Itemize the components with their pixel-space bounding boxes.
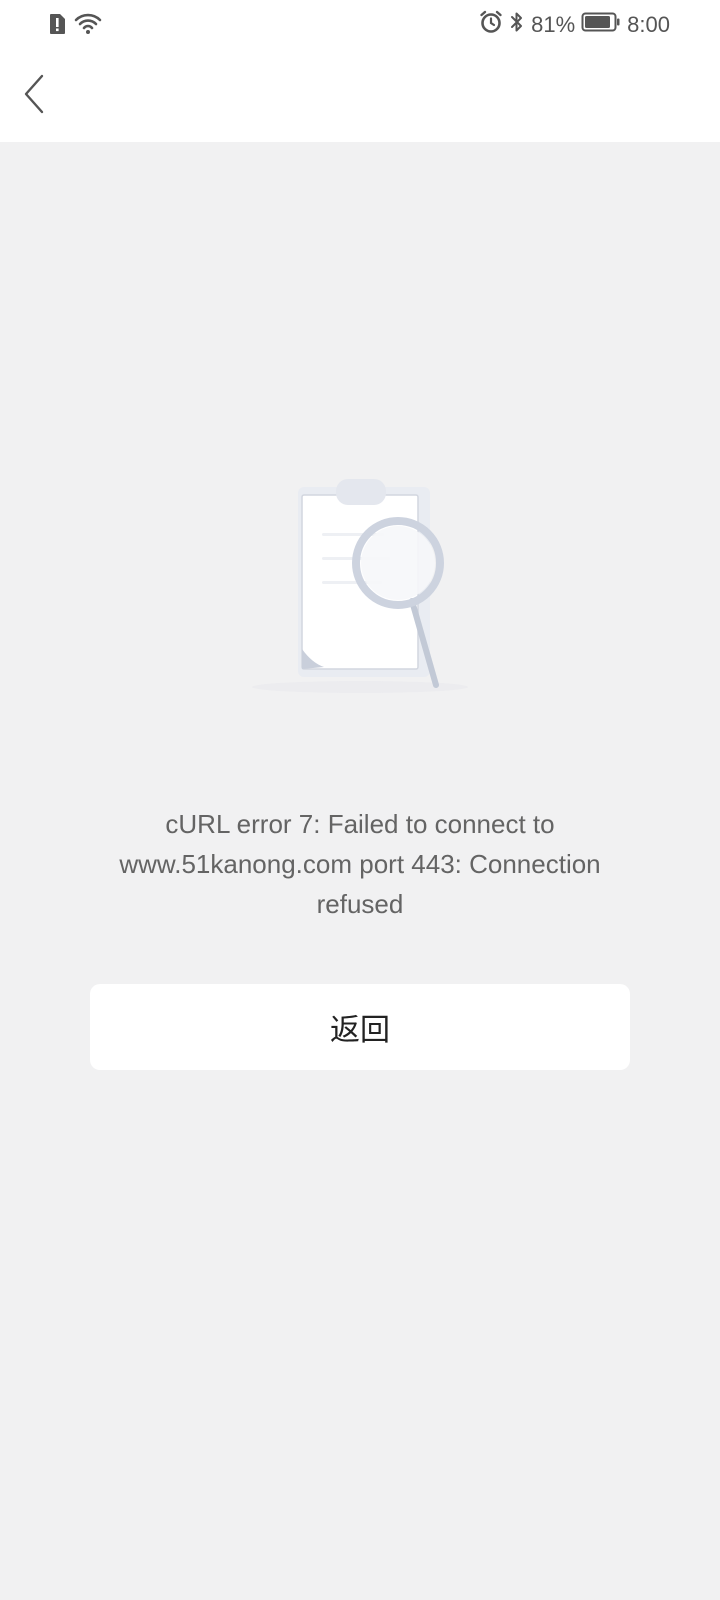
return-button[interactable]: 返回 xyxy=(90,984,630,1070)
battery-percent: 81% xyxy=(531,12,576,37)
status-left xyxy=(48,12,102,41)
error-page: cURL error 7: Failed to connect to www.5… xyxy=(0,142,720,1600)
clipboard-magnifier-icon xyxy=(240,467,480,707)
status-right: 81% 8:00 xyxy=(479,10,670,40)
bluetooth-icon xyxy=(509,10,525,40)
back-button[interactable] xyxy=(14,72,54,120)
sim-alert-icon xyxy=(48,13,66,40)
wifi-icon xyxy=(74,12,102,41)
error-message: cURL error 7: Failed to connect to www.5… xyxy=(119,809,601,919)
navigation-bar xyxy=(0,50,720,142)
alarm-icon xyxy=(479,10,503,40)
status-bar: 81% 8:00 xyxy=(0,0,720,50)
clock: 8:00 xyxy=(627,12,670,37)
battery-icon xyxy=(581,10,621,40)
chevron-left-icon xyxy=(21,73,47,120)
